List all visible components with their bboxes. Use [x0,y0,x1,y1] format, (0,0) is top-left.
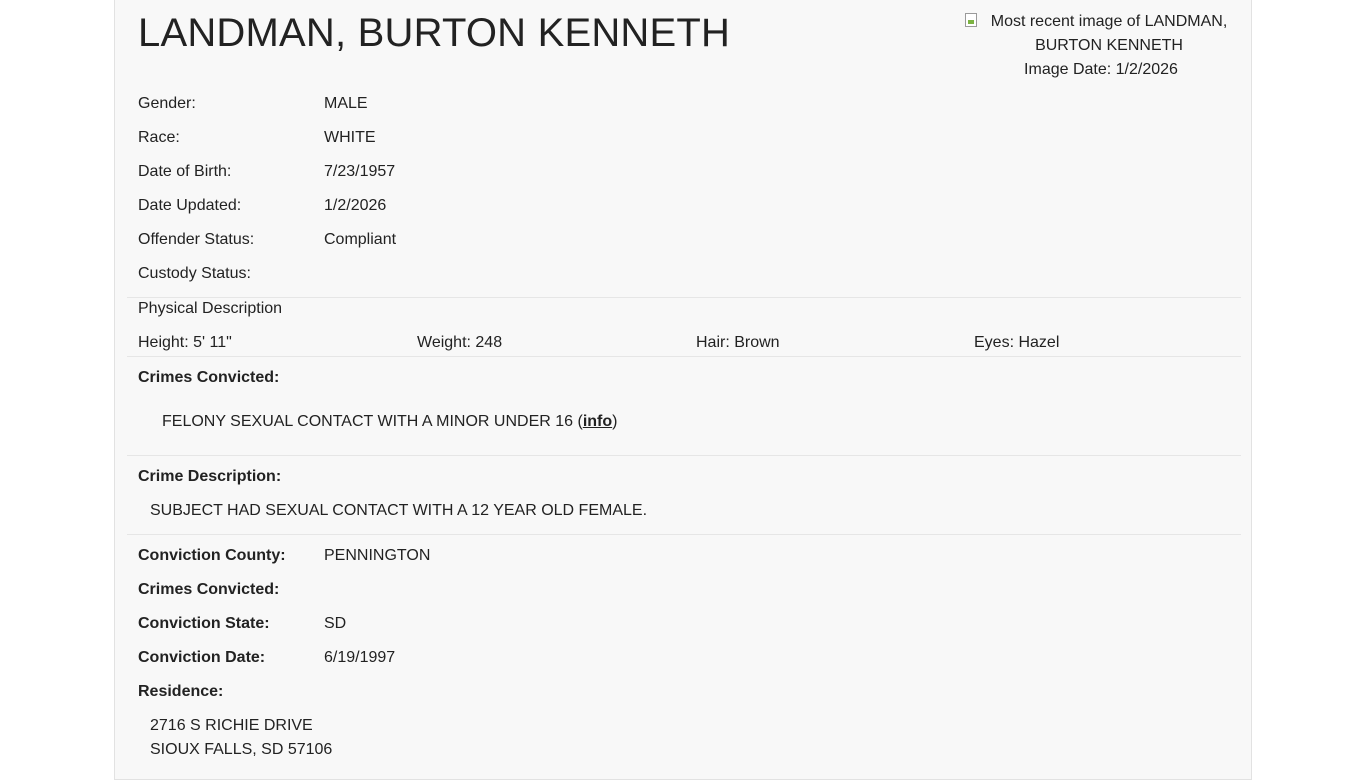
conviction-state-label: Conviction State: [138,615,270,632]
conviction-state-value: SD [324,615,347,632]
custody-status-label: Custody Status: [138,265,251,282]
offender-status-value: Compliant [324,231,397,248]
divider [127,534,1241,535]
gender-value: MALE [324,95,368,112]
conviction-date-label: Conviction Date: [138,649,266,666]
divider [127,297,1241,298]
divider [127,455,1241,456]
gender-label: Gender: [138,95,196,112]
image-date: Image Date: 1/2/2026 [1024,61,1178,78]
address-line-2: SIOUX FALLS, SD 57106 [150,741,333,758]
conviction-crimes-label: Crimes Convicted: [138,581,280,598]
photo-alt-label: Most recent image of LANDMAN, BURTON KEN… [990,13,1228,54]
hair-value: Hair: Brown [696,334,780,351]
race-value: WHITE [324,129,376,146]
date-updated-label: Date Updated: [138,197,242,214]
photo-alt-text: Most recent image of LANDMAN, BURTON KEN… [965,10,1237,58]
height-value: Height: 5' 11" [138,334,232,351]
race-label: Race: [138,129,180,146]
crime-description-text: SUBJECT HAD SEXUAL CONTACT WITH A 12 YEA… [150,502,648,519]
dob-label: Date of Birth: [138,163,232,180]
offender-status-label: Offender Status: [138,231,255,248]
eyes-value: Eyes: Hazel [974,334,1060,351]
physical-description-label: Physical Description [138,300,283,317]
residence-label: Residence: [138,683,224,700]
address-line-1: 2716 S RICHIE DRIVE [150,717,313,734]
dob-value: 7/23/1957 [324,163,396,180]
offender-detail-panel: LANDMAN, BURTON KENNETH Most recent imag… [114,0,1252,780]
date-updated-value: 1/2/2026 [324,197,387,214]
crime-text: FELONY SEXUAL CONTACT WITH A MINOR UNDER… [162,413,583,430]
weight-value: Weight: 248 [417,334,503,351]
broken-image-icon [965,13,977,27]
offender-photo: Most recent image of LANDMAN, BURTON KEN… [965,10,1237,82]
divider [127,356,1241,357]
conviction-county-value: PENNINGTON [324,547,431,564]
crime-text-close: ) [612,413,618,430]
crimes-convicted-label: Crimes Convicted: [138,369,280,386]
conviction-county-label: Conviction County: [138,547,286,564]
crime-description-label: Crime Description: [138,468,282,485]
crime-list-item: FELONY SEXUAL CONTACT WITH A MINOR UNDER… [162,412,617,432]
crime-info-link[interactable]: info [583,413,612,430]
offender-name: LANDMAN, BURTON KENNETH [138,11,731,55]
residence-address: 2716 S RICHIE DRIVE SIOUX FALLS, SD 5710… [150,714,332,762]
conviction-date-value: 6/19/1997 [324,649,396,666]
